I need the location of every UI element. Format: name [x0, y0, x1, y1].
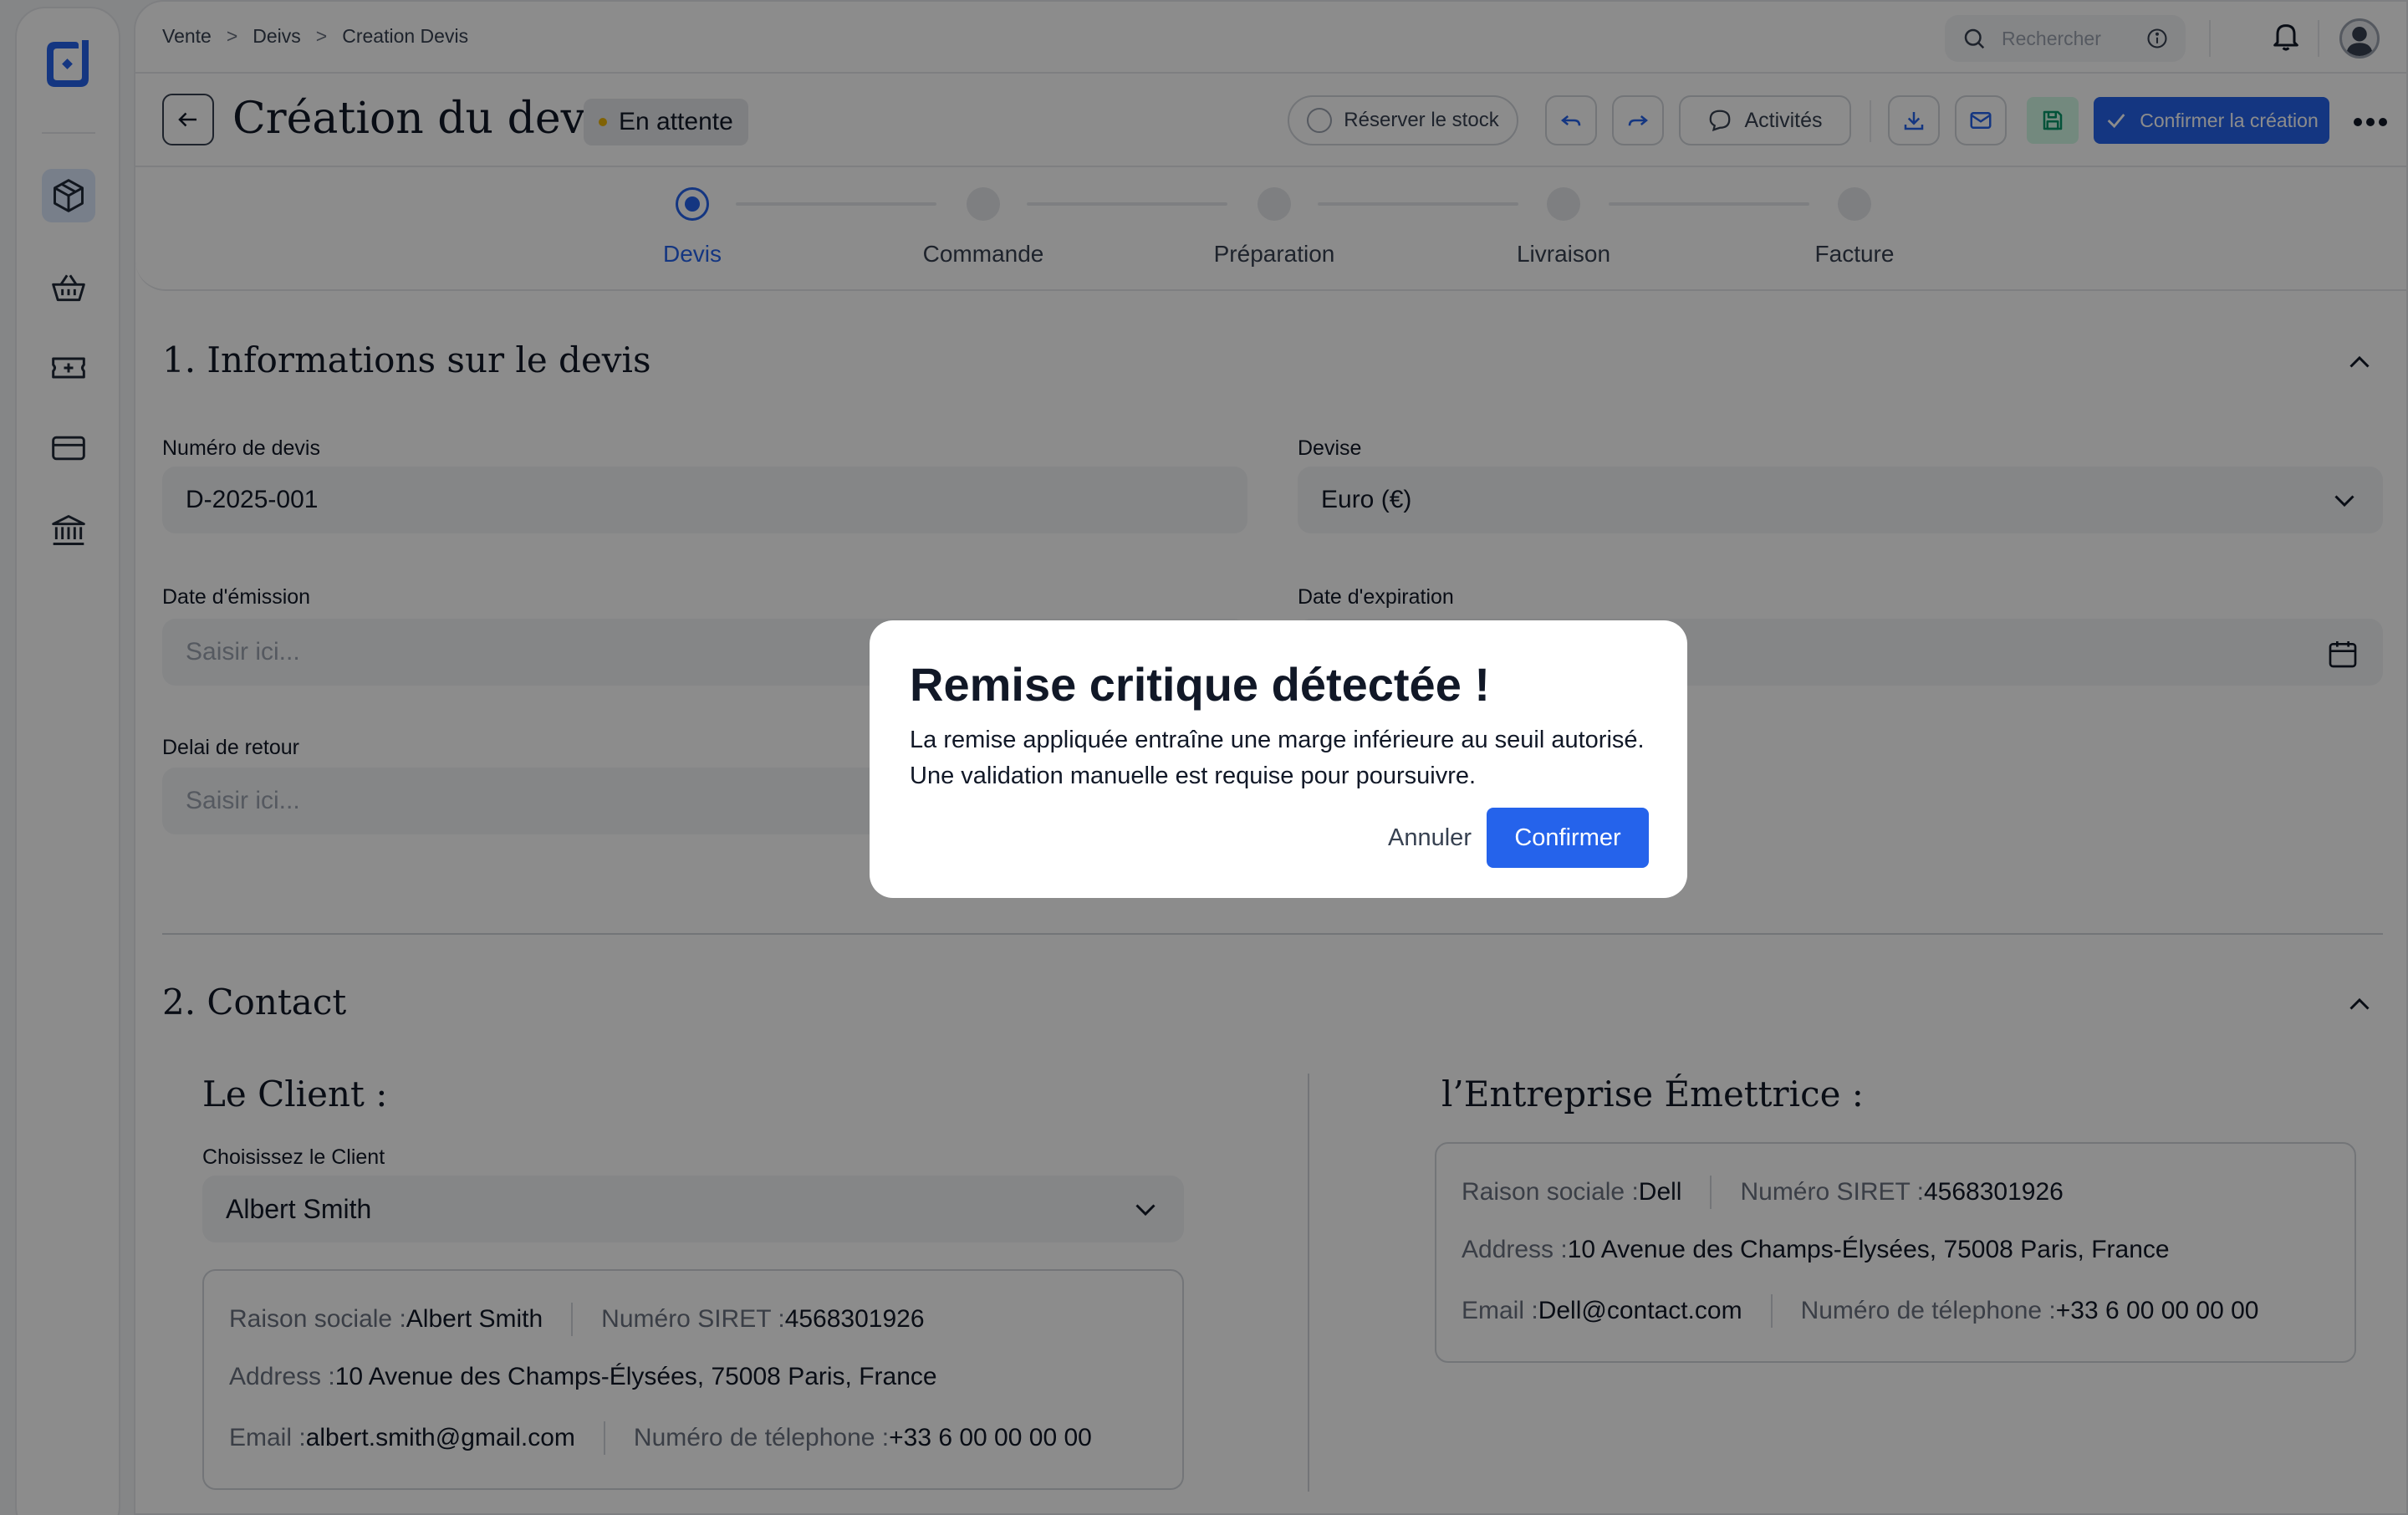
confirm-button[interactable]: Confirmer [1487, 808, 1649, 868]
dialog-message: La remise appliquée entraîne une marge i… [910, 722, 1662, 794]
dialog-message-line: Une validation manuelle est requise pour… [910, 763, 1477, 789]
dialog-message-line: La remise appliquée entraîne une marge i… [910, 727, 1645, 753]
critical-discount-dialog: Remise critique détectée ! La remise app… [870, 620, 1687, 898]
dialog-title: Remise critique détectée ! [910, 658, 1491, 711]
